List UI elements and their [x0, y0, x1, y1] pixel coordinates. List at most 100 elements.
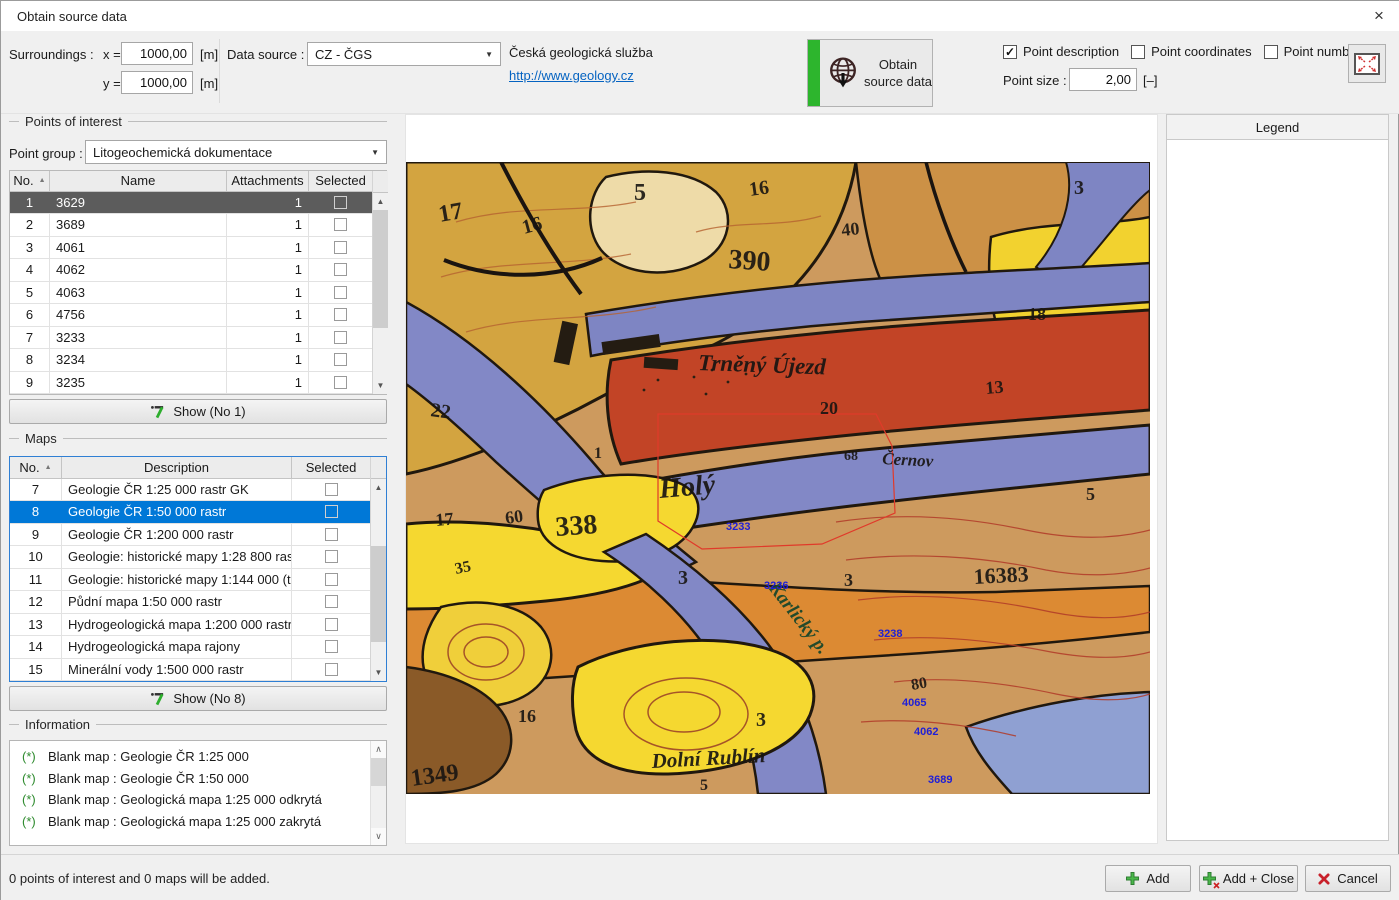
- x-input[interactable]: [121, 42, 193, 65]
- column-header-selected[interactable]: Selected: [309, 171, 372, 191]
- row-checkbox[interactable]: [325, 595, 338, 608]
- checkbox[interactable]: [1264, 45, 1278, 59]
- point-size-input[interactable]: [1069, 68, 1137, 91]
- row-description: Půdní mapa 1:50 000 rastr: [62, 591, 292, 613]
- obtain-source-data-button[interactable]: Obtain source data: [807, 39, 933, 107]
- scroll-up-icon[interactable]: ∧: [371, 741, 386, 758]
- table-row[interactable]: 11Geologie: historické mapy 1:144 000 (t…: [10, 569, 370, 592]
- y-label: y =: [103, 76, 121, 91]
- row-checkbox[interactable]: [325, 573, 338, 586]
- table-row[interactable]: 732331: [10, 327, 372, 350]
- table-row[interactable]: 440621: [10, 259, 372, 282]
- y-input[interactable]: [121, 71, 193, 94]
- scroll-up-icon[interactable]: ▲: [373, 193, 388, 210]
- display-option[interactable]: ✓Point description: [1003, 44, 1119, 59]
- row-checkbox[interactable]: [325, 618, 338, 631]
- row-checkbox[interactable]: [325, 663, 338, 676]
- row-checkbox[interactable]: [334, 241, 347, 254]
- row-selected-cell: [292, 569, 370, 591]
- display-option[interactable]: Point coordinates: [1131, 44, 1251, 59]
- row-number: 14: [10, 636, 62, 658]
- row-checkbox[interactable]: [325, 640, 338, 653]
- zoom-extents-button[interactable]: [1348, 44, 1386, 83]
- column-header-selected[interactable]: Selected: [292, 457, 370, 478]
- show-point-button[interactable]: Show (No 1): [9, 399, 387, 424]
- table-row[interactable]: 540631: [10, 282, 372, 305]
- row-selected-cell: [309, 259, 372, 281]
- column-header-name[interactable]: Name: [50, 171, 227, 191]
- scrollbar-thumb[interactable]: [373, 210, 388, 328]
- row-selected-cell: [292, 524, 370, 546]
- data-source-select[interactable]: CZ - ČGS ▼: [307, 42, 501, 66]
- show-map-button[interactable]: Show (No 8): [9, 686, 387, 711]
- table-row[interactable]: 14Hydrogeologická mapa rajony: [10, 636, 370, 659]
- information-list: (*)Blank map : Geologie ČR 1:25 000(*)Bl…: [10, 741, 370, 845]
- table-row[interactable]: 647561: [10, 304, 372, 327]
- display-option[interactable]: Point number: [1264, 44, 1361, 59]
- row-checkbox[interactable]: [325, 483, 338, 496]
- table-row[interactable]: 832341: [10, 349, 372, 372]
- geological-map: 1716516339040181322206815176033835331638…: [406, 162, 1150, 794]
- scroll-up-icon[interactable]: ▲: [371, 479, 386, 496]
- map-point-label: 4065: [902, 697, 926, 709]
- maps-scrollbar[interactable]: ▲ ▼: [370, 457, 386, 681]
- table-row[interactable]: 13Hydrogeologická mapa 1:200 000 rastr: [10, 614, 370, 637]
- list-item[interactable]: (*)Blank map : Geologie ČR 1:50 000: [10, 768, 370, 790]
- information-section-title: Information: [9, 717, 387, 732]
- row-checkbox[interactable]: [334, 308, 347, 321]
- table-row[interactable]: 136291: [10, 192, 372, 215]
- scroll-down-icon[interactable]: ▼: [371, 664, 386, 681]
- row-checkbox[interactable]: [325, 528, 338, 541]
- map-number-label: 5: [1086, 484, 1095, 504]
- cancel-button[interactable]: Cancel: [1305, 865, 1391, 892]
- column-header-description[interactable]: Description: [62, 457, 292, 478]
- information-scrollbar[interactable]: ∧ ∨: [370, 741, 386, 845]
- table-row[interactable]: 9Geologie ČR 1:200 000 rastr: [10, 524, 370, 547]
- add-close-button[interactable]: Add + Close: [1199, 865, 1298, 892]
- list-item[interactable]: (*)Blank map : Geologická mapa 1:25 000 …: [10, 811, 370, 833]
- column-header-no[interactable]: No. ▲: [10, 171, 50, 191]
- scrollbar-thumb[interactable]: [371, 758, 386, 786]
- table-row[interactable]: 8Geologie ČR 1:50 000 rastr: [10, 501, 370, 524]
- map-place-label: Trněný Újezd: [698, 350, 827, 379]
- map-point-label: 3236: [764, 580, 788, 592]
- table-row[interactable]: 236891: [10, 214, 372, 237]
- list-item[interactable]: (*)Blank map : Geologická mapa 1:25 000 …: [10, 789, 370, 811]
- table-row[interactable]: 340611: [10, 237, 372, 260]
- scroll-down-icon[interactable]: ∨: [371, 828, 386, 845]
- row-checkbox[interactable]: [334, 196, 347, 209]
- row-checkbox[interactable]: [334, 218, 347, 231]
- row-checkbox[interactable]: [334, 331, 347, 344]
- row-name: 3234: [50, 349, 227, 371]
- map-place-label: Holý: [657, 469, 717, 505]
- row-description: Hydrogeologická mapa 1:200 000 rastr: [62, 614, 292, 636]
- point-group-select[interactable]: Litogeochemická dokumentace ▼: [85, 140, 387, 164]
- column-header-attachments[interactable]: Attachments: [227, 171, 309, 191]
- plus-icon: [1126, 872, 1139, 885]
- table-row[interactable]: 12Půdní mapa 1:50 000 rastr: [10, 591, 370, 614]
- row-checkbox[interactable]: [334, 376, 347, 389]
- list-item[interactable]: (*)Blank map : Geologie ČR 1:25 000: [10, 746, 370, 768]
- row-checkbox[interactable]: [325, 550, 338, 563]
- scrollbar-thumb[interactable]: [371, 546, 386, 642]
- table-row[interactable]: 7Geologie ČR 1:25 000 rastr GK: [10, 479, 370, 502]
- row-checkbox[interactable]: [334, 286, 347, 299]
- points-scrollbar[interactable]: ▲ ▼: [372, 171, 388, 394]
- scroll-down-icon[interactable]: ▼: [373, 377, 388, 394]
- add-button[interactable]: Add: [1105, 865, 1191, 892]
- row-checkbox[interactable]: [325, 505, 338, 518]
- table-row[interactable]: 932351: [10, 372, 372, 395]
- checkbox[interactable]: ✓: [1003, 45, 1017, 59]
- table-row[interactable]: 10Geologie: historické mapy 1:28 800 ras…: [10, 546, 370, 569]
- provider-link[interactable]: http://www.geology.cz: [509, 68, 634, 83]
- row-checkbox[interactable]: [334, 353, 347, 366]
- column-header-no[interactable]: No. ▲: [10, 457, 62, 478]
- row-checkbox[interactable]: [334, 263, 347, 276]
- map-viewport[interactable]: 1716516339040181322206815176033835331638…: [405, 114, 1158, 844]
- close-icon[interactable]: ×: [1368, 5, 1390, 27]
- table-row[interactable]: 15Minerální vody 1:500 000 rastr: [10, 659, 370, 682]
- footer-bar: 0 points of interest and 0 maps will be …: [1, 854, 1399, 900]
- legend-body: [1166, 140, 1389, 841]
- checkbox[interactable]: [1131, 45, 1145, 59]
- toolbar-separator: [219, 39, 220, 103]
